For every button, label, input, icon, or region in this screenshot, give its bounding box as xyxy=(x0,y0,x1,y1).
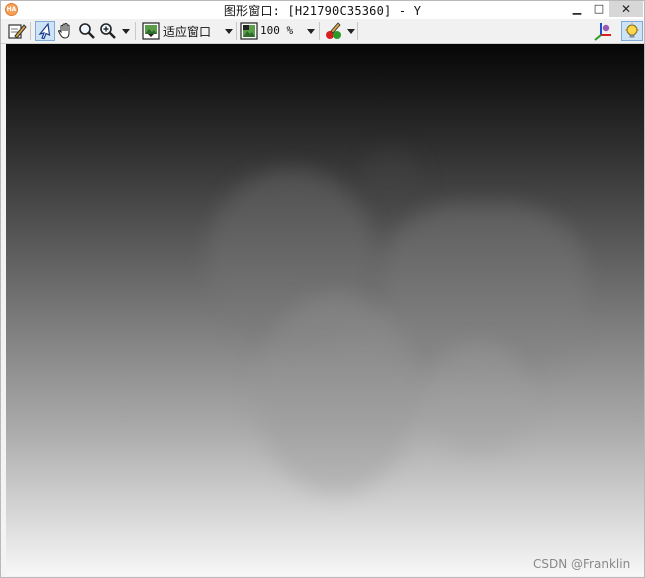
zoom-level-dropdown-arrow[interactable] xyxy=(307,29,315,34)
magnifier-icon[interactable] xyxy=(77,21,97,41)
depth-blob xyxy=(361,149,421,209)
minimize-button[interactable]: ▁ xyxy=(567,1,587,17)
depth-blob xyxy=(256,294,416,494)
color-dropdown-arrow[interactable] xyxy=(347,29,355,34)
pointer-arrow-icon[interactable] xyxy=(35,21,55,41)
lightbulb-icon[interactable] xyxy=(621,21,643,41)
title-bar[interactable]: HA 图形窗口: [H21790C35360] - Y ▁ □ ✕ xyxy=(1,1,644,19)
toolbar: 适应窗口 100 % xyxy=(1,19,644,44)
zoom-image-icon[interactable] xyxy=(239,21,259,41)
toolbar-separator xyxy=(357,22,358,40)
fit-window-label[interactable]: 适应窗口 xyxy=(163,23,211,40)
pencil-edit-icon[interactable] xyxy=(7,21,27,41)
graphics-window: HA 图形窗口: [H21790C35360] - Y ▁ □ ✕ 适应窗口 1… xyxy=(0,0,645,578)
toolbar-separator xyxy=(236,22,237,40)
hand-pan-icon[interactable] xyxy=(56,21,76,41)
window-title: 图形窗口: [H21790C35360] - Y xyxy=(223,4,422,18)
zoom-level-label[interactable]: 100 % xyxy=(260,24,293,37)
depth-blob xyxy=(426,344,531,454)
watermark: CSDN @Franklin xyxy=(533,557,631,571)
fit-window-dropdown-arrow[interactable] xyxy=(225,29,233,34)
zoom-in-icon[interactable] xyxy=(98,21,118,41)
fit-window-icon[interactable] xyxy=(141,21,161,41)
color-tools-icon[interactable] xyxy=(324,21,344,41)
image-canvas[interactable] xyxy=(6,44,644,576)
zoom-dropdown-arrow[interactable] xyxy=(122,29,130,34)
toolbar-separator xyxy=(135,22,136,40)
toolbar-separator xyxy=(319,22,320,40)
maximize-button[interactable]: □ xyxy=(589,1,609,17)
3d-axes-icon[interactable] xyxy=(593,21,613,41)
toolbar-separator xyxy=(30,22,31,40)
close-button[interactable]: ✕ xyxy=(609,1,643,17)
